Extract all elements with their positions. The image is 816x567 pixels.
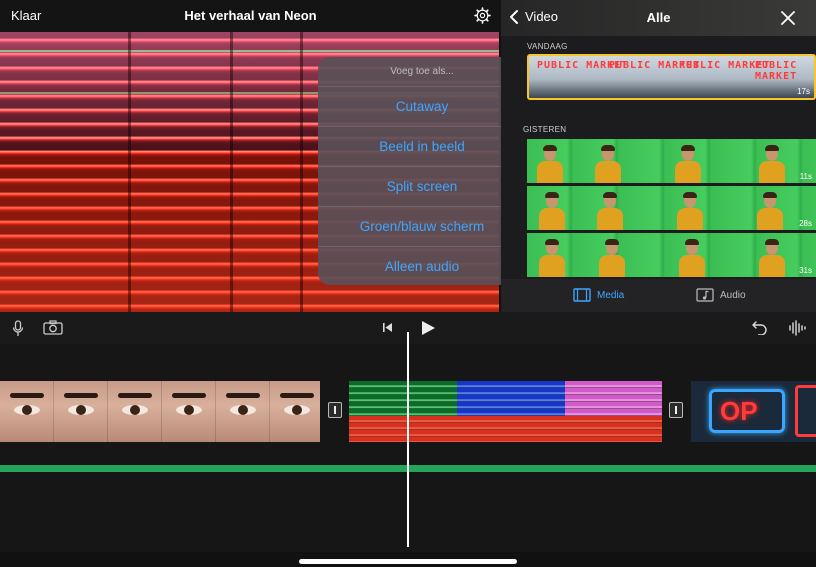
person-thumbnail (599, 239, 625, 277)
clip-duration: 11s (799, 172, 812, 181)
person-thumbnail (537, 145, 563, 183)
music-note-icon (696, 288, 714, 302)
person-thumbnail (539, 239, 565, 277)
media-clip-greenscreen[interactable]: 31s (527, 233, 816, 277)
clip-sign-text: PUBLIC MARKET (755, 60, 798, 82)
project-title: Het verhaal van Neon (184, 8, 317, 23)
close-icon[interactable] (781, 11, 795, 25)
person-thumbnail (757, 192, 783, 230)
clip-frame (457, 381, 565, 416)
play-icon[interactable] (421, 320, 436, 336)
section-label-today: VANDAAG (527, 42, 568, 51)
clip-frame (108, 381, 162, 442)
timeline-clip-op-sign[interactable]: OP (691, 381, 816, 442)
person-thumbnail (597, 192, 623, 230)
timeline-clip-neon[interactable] (349, 381, 662, 442)
popover-title: Voeg toe als... (318, 57, 526, 87)
clip-frame (216, 381, 270, 442)
clip-duration: 31s (799, 266, 812, 275)
tab-media[interactable]: Media (573, 288, 624, 302)
gear-icon[interactable] (474, 7, 491, 24)
person-thumbnail (539, 192, 565, 230)
person-thumbnail (759, 145, 785, 183)
neon-tube-green (0, 50, 499, 52)
clip-frame (270, 381, 320, 442)
film-strip-icon (573, 288, 591, 302)
clip-duration: 28s (799, 219, 812, 228)
clip-duration: 17s (797, 87, 810, 96)
timeline-clip-eyes[interactable] (0, 381, 320, 442)
popover-item-green-blue-screen[interactable]: Groen/blauw scherm (318, 207, 526, 247)
person-thumbnail (679, 239, 705, 277)
skip-to-start-icon[interactable] (382, 322, 393, 333)
media-clip-greenscreen[interactable]: 11s (527, 139, 816, 183)
media-clip-greenscreen[interactable]: 28s (527, 186, 816, 230)
transition-button[interactable] (328, 402, 342, 418)
media-clip-public-market[interactable]: PUBLIC MARKET PUBLIC MARKET PUBLIC MARKE… (527, 54, 816, 100)
clip-frame (349, 381, 457, 416)
top-bar: Klaar Het verhaal van Neon (0, 0, 501, 32)
browser-title: Alle (646, 10, 671, 25)
popover-item-audio-only[interactable]: Alleen audio (318, 247, 526, 285)
playhead[interactable] (407, 332, 409, 547)
add-as-popover: Voeg toe als... Cutaway Beeld in beeld S… (318, 57, 526, 285)
tab-audio[interactable]: Audio (696, 288, 746, 302)
person-thumbnail (675, 145, 701, 183)
microphone-icon[interactable] (12, 320, 24, 337)
neon-tube-support (300, 32, 303, 312)
neon-sign: OP (709, 389, 785, 433)
browser-tab-bar: Media Audio (501, 279, 816, 312)
neon-tube-support (128, 32, 131, 312)
media-browser: Video Alle VANDAAG PUBLIC MARKET PUBLIC … (501, 0, 816, 312)
person-thumbnail (759, 239, 785, 277)
tab-audio-label: Audio (720, 289, 746, 301)
popover-item-cutaway[interactable]: Cutaway (318, 87, 526, 127)
imovie-editor: Klaar Het verhaal van Neon Voeg toe als.… (0, 0, 816, 567)
neon-sign-text: OP (720, 396, 758, 426)
section-label-yesterday: GISTEREN (523, 125, 567, 134)
neon-sign-frame (795, 385, 816, 437)
neon-tube-support (230, 32, 233, 312)
clip-frame (565, 381, 662, 416)
clip-frame (162, 381, 216, 442)
popover-item-picture-in-picture[interactable]: Beeld in beeld (318, 127, 526, 167)
clip-frame (0, 381, 54, 442)
waveform-icon[interactable] (788, 320, 806, 336)
transition-button[interactable] (669, 402, 683, 418)
person-thumbnail (677, 192, 703, 230)
clip-frame (54, 381, 108, 442)
tab-media-label: Media (597, 289, 625, 301)
browser-nav-bar: Video Alle (501, 0, 816, 36)
home-indicator (299, 559, 517, 564)
popover-item-split-screen[interactable]: Split screen (318, 167, 526, 207)
undo-icon[interactable] (751, 320, 768, 335)
person-thumbnail (595, 145, 621, 183)
camera-icon[interactable] (43, 320, 63, 335)
